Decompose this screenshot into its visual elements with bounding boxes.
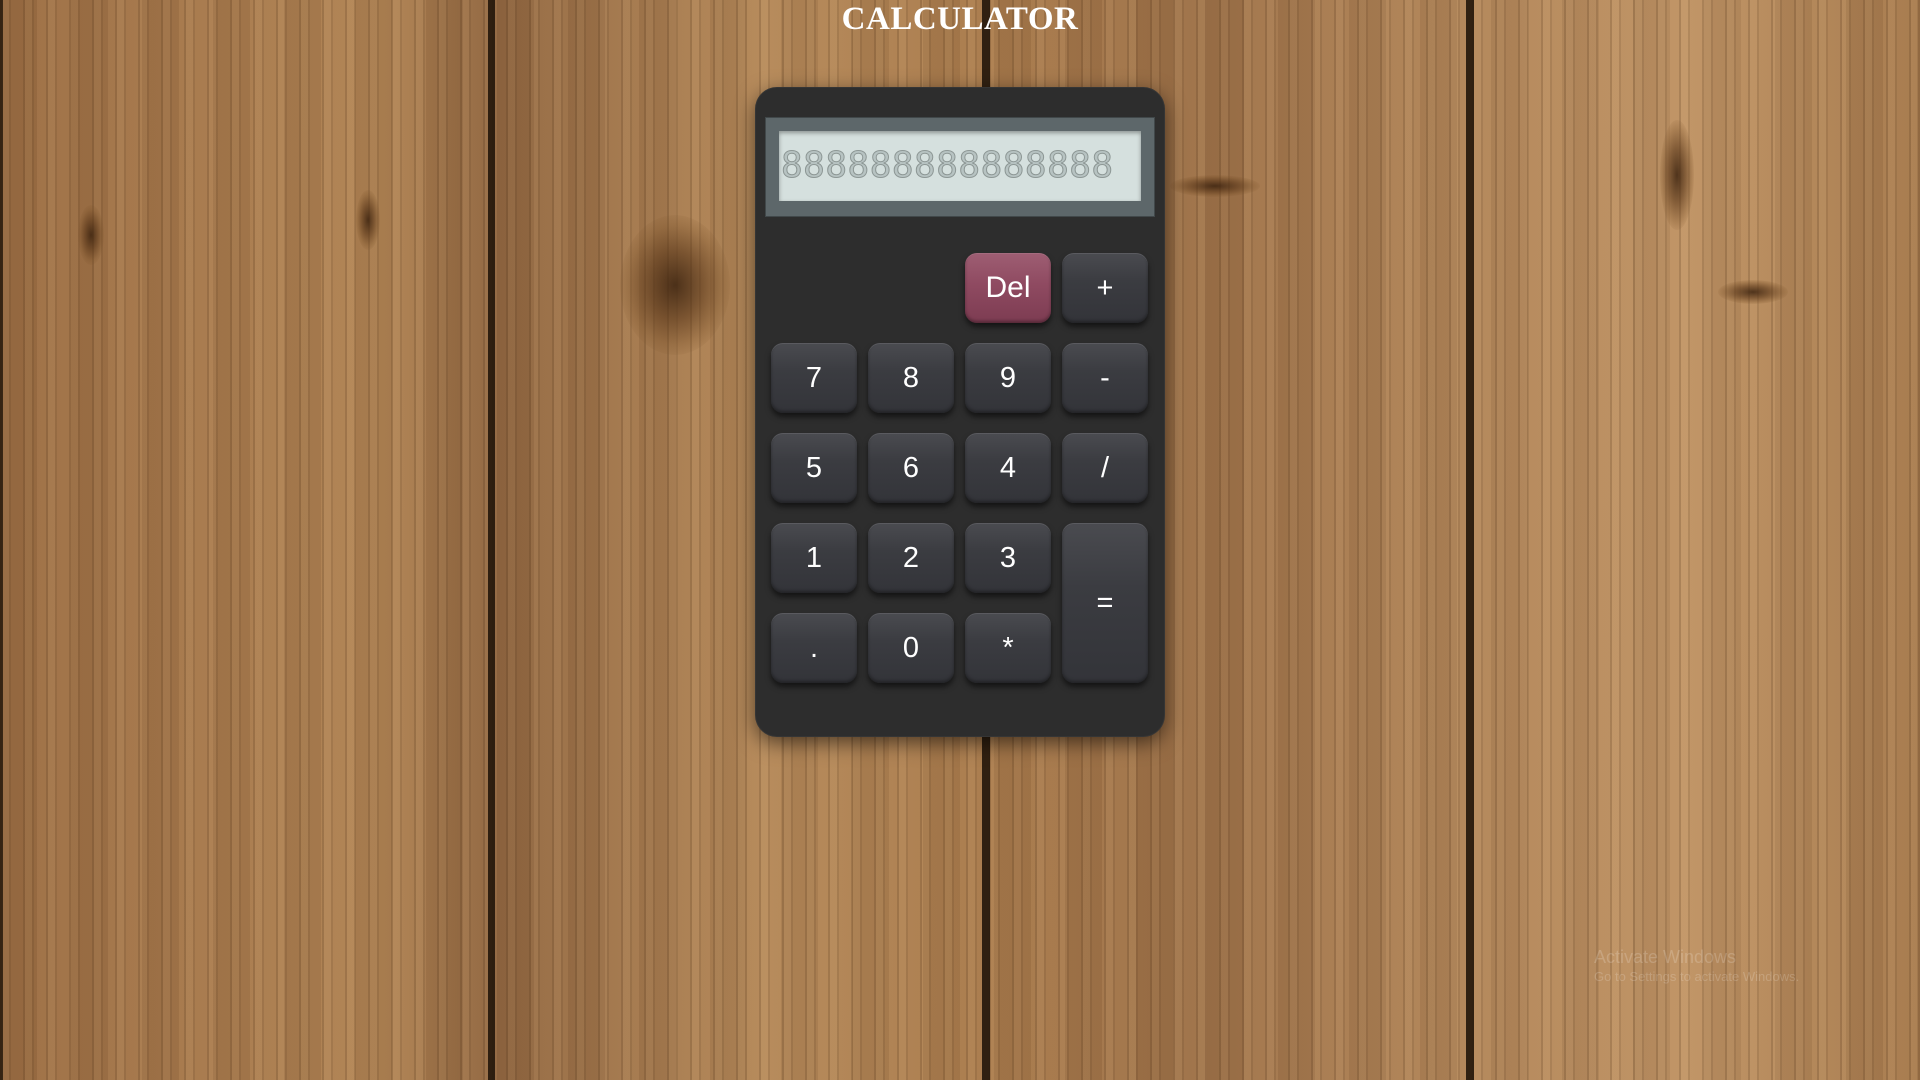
display-screen[interactable] — [779, 131, 1141, 201]
watermark-title: Activate Windows — [1594, 947, 1737, 967]
wood-knot — [1660, 120, 1694, 230]
wood-knot — [78, 205, 104, 265]
calculator: Del + 7 8 9 - 5 6 4 / 1 2 3 = . 0 * — [755, 87, 1165, 737]
wood-knot — [356, 190, 380, 250]
digit-9-button[interactable]: 9 — [965, 343, 1051, 413]
watermark-subtitle: Go to Settings to activate Windows. — [1594, 969, 1800, 984]
digit-2-button[interactable]: 2 — [868, 523, 954, 593]
decimal-point-button[interactable]: . — [771, 613, 857, 683]
wood-knot — [620, 215, 730, 355]
add-button[interactable]: + — [1062, 253, 1148, 323]
subtract-button[interactable]: - — [1062, 343, 1148, 413]
display-input[interactable] — [781, 131, 1139, 201]
activate-windows-watermark: Activate Windows Go to Settings to activ… — [1594, 946, 1799, 986]
divide-button[interactable]: / — [1062, 433, 1148, 503]
delete-button[interactable]: Del — [965, 253, 1051, 323]
digit-8-button[interactable]: 8 — [868, 343, 954, 413]
page-title: CALCULATOR — [841, 1, 1079, 37]
equals-button[interactable]: = — [1062, 523, 1148, 683]
digit-3-button[interactable]: 3 — [965, 523, 1051, 593]
wood-knot — [1718, 280, 1788, 304]
digit-7-button[interactable]: 7 — [771, 343, 857, 413]
digit-5-button[interactable]: 5 — [771, 433, 857, 503]
digit-0-button[interactable]: 0 — [868, 613, 954, 683]
digit-1-button[interactable]: 1 — [771, 523, 857, 593]
digit-6-button[interactable]: 6 — [868, 433, 954, 503]
digit-4-button[interactable]: 4 — [965, 433, 1051, 503]
display-frame — [765, 117, 1155, 217]
keypad: Del + 7 8 9 - 5 6 4 / 1 2 3 = . 0 * — [771, 253, 1161, 683]
multiply-button[interactable]: * — [965, 613, 1051, 683]
wood-knot — [1170, 175, 1260, 197]
